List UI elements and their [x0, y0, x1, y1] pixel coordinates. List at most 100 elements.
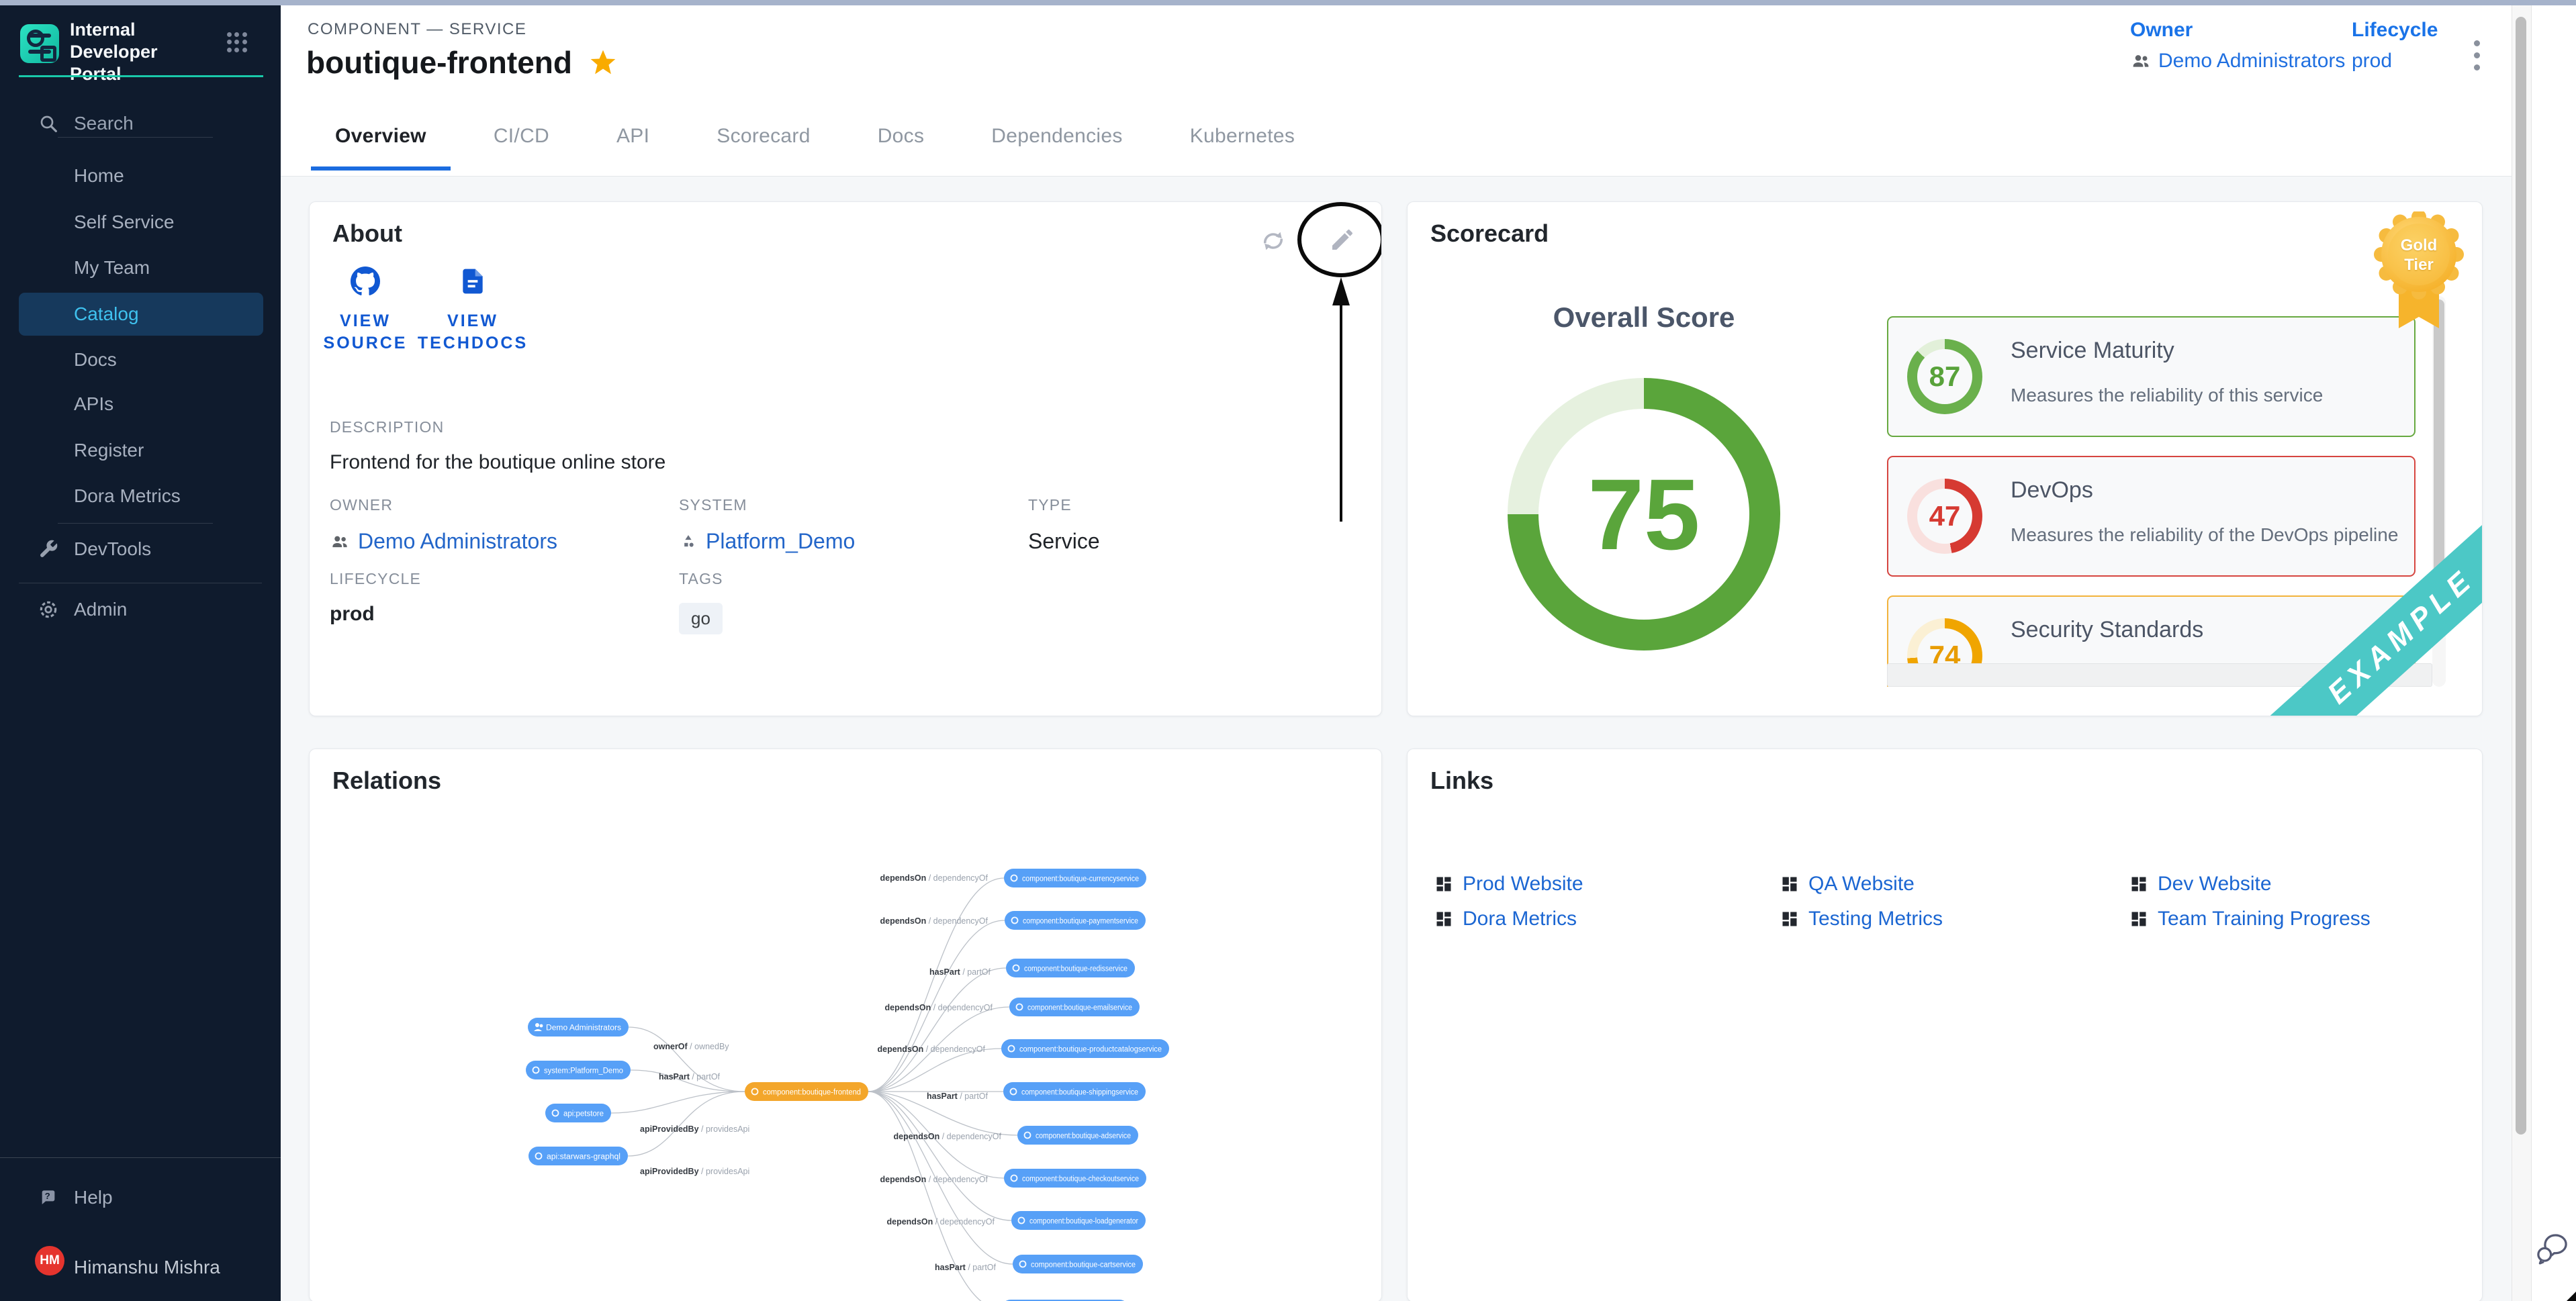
about-title: About: [332, 220, 402, 248]
people-icon: [330, 532, 350, 552]
tab-bar: Overview CI/CD API Scorecard Docs Depend…: [311, 101, 1319, 171]
link-qa-website[interactable]: QA Website: [1780, 873, 1915, 896]
header-owner: Owner Demo Administrators: [2130, 19, 2345, 73]
link-dora-metrics[interactable]: Dora Metrics: [1434, 908, 1577, 930]
sidebar-item-apis[interactable]: APIs: [0, 383, 281, 426]
dashboard-icon: [1434, 875, 1453, 894]
svg-text:apiProvidedBy / providesApi: apiProvidedBy / providesApi: [640, 1167, 749, 1176]
app-switcher-icon[interactable]: [227, 32, 247, 52]
sidebar-divider: [58, 137, 213, 138]
sidebar-search[interactable]: Search: [0, 102, 281, 145]
svg-text:component:boutique-loadgenerat: component:boutique-loadgenerator: [1029, 1218, 1138, 1226]
svg-text:dependsOn / dependencyOf: dependsOn / dependencyOf: [880, 873, 988, 883]
svg-text:dependsOn / dependencyOf: dependsOn / dependencyOf: [878, 1045, 986, 1054]
tab-api[interactable]: API: [592, 125, 674, 171]
github-icon: [351, 267, 380, 296]
tab-dependencies[interactable]: Dependencies: [967, 125, 1146, 171]
link-team-training-progress[interactable]: Team Training Progress: [2129, 908, 2371, 930]
lifecycle-value: prod: [2352, 50, 2392, 73]
metric-donut: 47: [1907, 479, 1982, 554]
portal-logo-icon: [20, 24, 59, 63]
edit-pencil-icon[interactable]: [1329, 226, 1356, 253]
about-system: SYSTEM Platform_Demo: [679, 496, 855, 554]
about-lifecycle: LIFECYCLE prod: [330, 570, 421, 626]
relations-graph[interactable]: ownerOf / ownedBy hasPart / partOf apiProv…: [310, 749, 1381, 1301]
link-dev-website[interactable]: Dev Website: [2129, 873, 2272, 896]
sidebar-item-home[interactable]: Home: [0, 154, 281, 197]
svg-text:hasPart / partOf: hasPart / partOf: [929, 967, 991, 977]
window-scrollbar[interactable]: [2512, 5, 2532, 1301]
svg-text:component:boutique-shippingser: component:boutique-shippingservice: [1021, 1089, 1138, 1097]
svg-text:component:boutique-frontend: component:boutique-frontend: [763, 1089, 861, 1097]
link-prod-website[interactable]: Prod Website: [1434, 873, 1583, 896]
owner-label: Owner: [2130, 19, 2345, 42]
svg-text:system:Platform_Demo: system:Platform_Demo: [544, 1067, 623, 1075]
tab-scorecard[interactable]: Scorecard: [692, 125, 834, 171]
svg-text:component:boutique-checkoutser: component:boutique-checkoutservice: [1022, 1175, 1139, 1184]
lifecycle-label: Lifecycle: [2352, 19, 2438, 42]
dashboard-icon: [2129, 910, 2148, 928]
sidebar-logo-row: Internal Developer Portal: [0, 5, 281, 75]
more-options-icon[interactable]: [2463, 35, 2490, 75]
about-card: About VIEWSOURCE VIEWTECHDOCS DESCRIPTIO…: [309, 201, 1382, 716]
view-techdocs-button[interactable]: VIEWTECHDOCS: [409, 267, 537, 354]
overall-score-donut: 75: [1508, 378, 1780, 650]
sidebar-item-help[interactable]: ? Help: [0, 1176, 281, 1219]
tab-kubernetes[interactable]: Kubernetes: [1166, 125, 1319, 171]
metric-card-devops[interactable]: 47 DevOps Measures the reliability of th…: [1887, 456, 2416, 577]
about-description: DESCRIPTION Frontend for the boutique on…: [330, 418, 665, 474]
sidebar-item-docs[interactable]: Docs: [0, 338, 281, 381]
about-type: TYPE Service: [1028, 496, 1100, 554]
help-chat-icon: ?: [38, 1187, 59, 1208]
tab-cicd[interactable]: CI/CD: [469, 125, 573, 171]
owner-value[interactable]: Demo Administrators: [2130, 50, 2345, 73]
svg-text:component:boutique-cartservice: component:boutique-cartservice: [1031, 1261, 1136, 1269]
dashboard-icon: [1780, 875, 1799, 894]
sidebar-item-devtools[interactable]: DevTools: [0, 528, 281, 571]
techdocs-doc-icon: [458, 267, 488, 296]
page-title: boutique-frontend: [306, 44, 618, 81]
sidebar-item-self-service[interactable]: Self Service: [0, 201, 281, 244]
header-lifecycle: Lifecycle prod: [2352, 19, 2438, 73]
tab-docs[interactable]: Docs: [854, 125, 949, 171]
people-icon: [2130, 50, 2152, 72]
refresh-icon[interactable]: [1260, 228, 1287, 254]
wrench-icon: [38, 538, 59, 560]
svg-text:hasPart / partOf: hasPart / partOf: [927, 1092, 988, 1101]
dashboard-icon: [2129, 875, 2148, 894]
favorite-star-icon[interactable]: [588, 48, 618, 77]
scrollbar-thumb[interactable]: [2516, 17, 2526, 1135]
sidebar-item-dora-metrics[interactable]: Dora Metrics: [0, 475, 281, 518]
svg-text:dependsOn / dependencyOf: dependsOn / dependencyOf: [894, 1132, 1002, 1141]
svg-text:component:boutique-currencyser: component:boutique-currencyservice: [1022, 875, 1139, 883]
svg-text:api:petstore: api:petstore: [563, 1110, 604, 1118]
sidebar-item-admin[interactable]: Admin: [0, 588, 281, 631]
sidebar-divider: [58, 523, 213, 524]
metric-donut: 87: [1907, 339, 1982, 414]
sidebar-item-catalog[interactable]: Catalog: [0, 293, 281, 336]
sidebar-item-register[interactable]: Register: [0, 429, 281, 472]
svg-text:Demo Administrators: Demo Administrators: [546, 1024, 621, 1032]
app-window: Internal Developer Portal Search Home Se…: [0, 0, 2576, 1301]
dashboard-icon: [1434, 910, 1453, 928]
svg-text:component:boutique-redisservic: component:boutique-redisservice: [1024, 965, 1128, 973]
svg-text:ownerOf / ownedBy: ownerOf / ownedBy: [653, 1042, 729, 1051]
gold-tier-badge: GoldTier: [2372, 211, 2466, 340]
tag-chip[interactable]: go: [679, 603, 723, 634]
tab-overview[interactable]: Overview: [311, 125, 451, 171]
sidebar-user[interactable]: Himanshu Mishra: [0, 1246, 281, 1289]
system-icon: [679, 532, 698, 551]
breadcrumb: COMPONENT — SERVICE: [308, 20, 526, 39]
sidebar: Internal Developer Portal Search Home Se…: [0, 5, 281, 1301]
metric-card-service-maturity[interactable]: 87 Service Maturity Measures the reliabi…: [1887, 316, 2416, 437]
about-tags: TAGS go: [679, 570, 723, 634]
sidebar-item-my-team[interactable]: My Team: [0, 246, 281, 289]
svg-text:dependsOn / dependencyOf: dependsOn / dependencyOf: [880, 1175, 988, 1184]
feedback-chat-icon[interactable]: [2530, 1228, 2571, 1269]
search-icon: [38, 113, 59, 134]
link-testing-metrics[interactable]: Testing Metrics: [1780, 908, 1943, 930]
links-card: Links Prod Website QA Website Dev Websit…: [1407, 749, 2483, 1301]
scorecard-metric-list: 87 Service Maturity Measures the reliabi…: [1887, 296, 2432, 687]
about-owner: OWNER Demo Administrators: [330, 496, 557, 554]
svg-text:component:boutique-paymentserv: component:boutique-paymentservice: [1023, 918, 1138, 926]
